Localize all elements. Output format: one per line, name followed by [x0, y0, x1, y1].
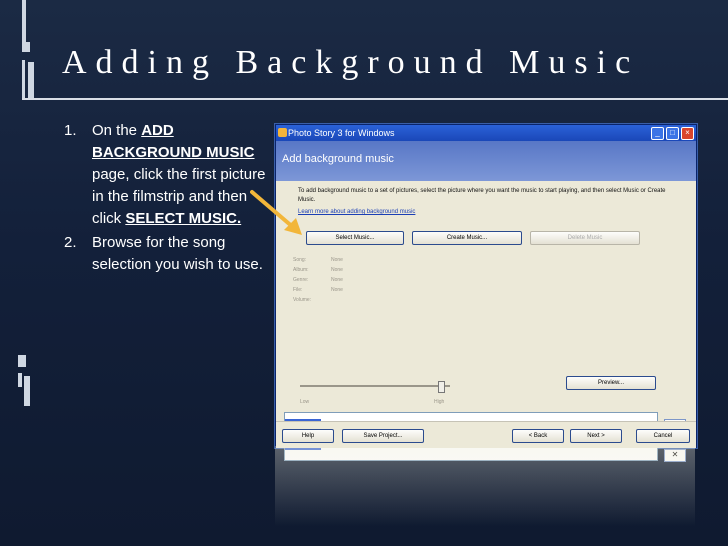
select-music-button[interactable]: Select Music...: [306, 231, 404, 245]
delete-music-button[interactable]: Delete Music: [530, 231, 640, 245]
minimize-button[interactable]: _: [651, 127, 664, 140]
step-2: 2. Browse for the song selection you wis…: [64, 232, 269, 276]
step-1: 1. On the ADD BACKGROUND MUSIC page, cli…: [64, 120, 269, 230]
preview-button[interactable]: Preview...: [566, 376, 656, 390]
back-button[interactable]: < Back: [512, 429, 564, 443]
song-info: Song: None Album: None Genre: None File: Non…: [293, 257, 343, 303]
title-underline: [22, 98, 728, 100]
photo-story-window: Photo Story 3 for Windows _ □ × Add back…: [275, 124, 697, 462]
app-icon: [278, 128, 287, 137]
slide-title: Adding Background Music: [62, 44, 640, 81]
step-text: Browse for the song selection you wish t…: [92, 234, 263, 273]
volume-low-label: Low: [300, 399, 310, 405]
keyword: SELECT MUSIC.: [125, 210, 242, 227]
window-titlebar: Photo Story 3 for Windows _ □ ×: [276, 125, 696, 141]
step-number: 1.: [64, 122, 77, 139]
save-project-button[interactable]: Save Project...: [342, 429, 424, 443]
next-button[interactable]: Next >: [570, 429, 622, 443]
arrow-pointer-icon: [250, 190, 302, 235]
volume-thumb[interactable]: [437, 381, 445, 393]
close-button[interactable]: ×: [681, 127, 694, 140]
learn-more-link[interactable]: Learn more about adding background music: [298, 209, 415, 215]
page-header: Add background music: [276, 141, 696, 181]
decorative-bars: [0, 0, 40, 546]
step-text: On the ADD BACKGROUND MUSIC page, click …: [92, 122, 266, 227]
help-button[interactable]: Help: [282, 429, 334, 443]
volume-high-label: High: [434, 399, 445, 405]
wizard-footer: Help Save Project... < Back Next > Cance…: [276, 421, 696, 448]
create-music-button[interactable]: Create Music...: [412, 231, 522, 245]
step-number: 2.: [64, 234, 77, 251]
cancel-button[interactable]: Cancel: [636, 429, 690, 443]
window-reflection: [275, 446, 695, 546]
maximize-button[interactable]: □: [666, 127, 679, 140]
description-text: To add background music to a set of pict…: [298, 188, 666, 203]
window-title: Photo Story 3 for Windows: [288, 128, 395, 138]
instruction-list: 1. On the ADD BACKGROUND MUSIC page, cli…: [64, 120, 269, 278]
page-content: To add background music to a set of pict…: [276, 181, 696, 462]
